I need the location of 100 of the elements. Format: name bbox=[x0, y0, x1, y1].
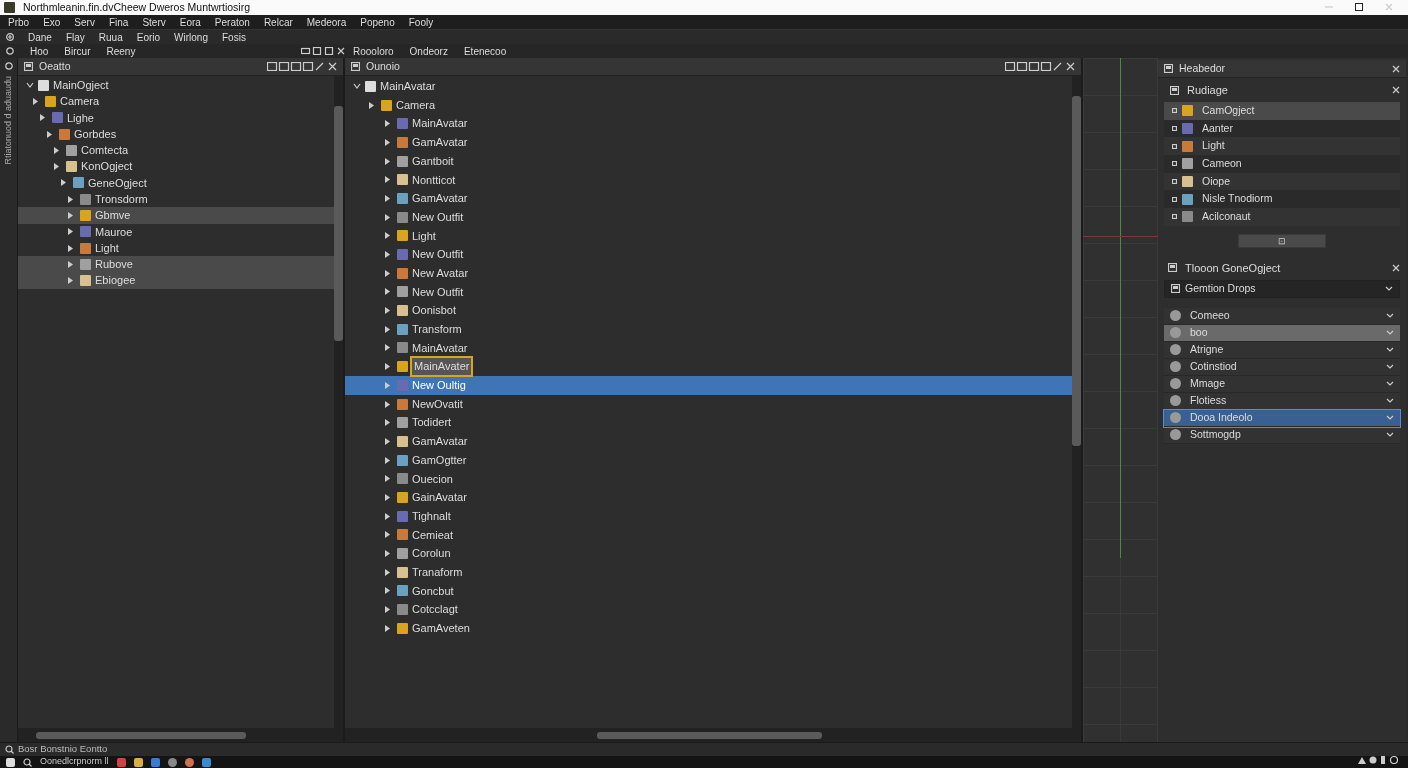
chevron-icon[interactable] bbox=[1386, 381, 1394, 387]
scrollbar-thumb[interactable] bbox=[334, 106, 343, 341]
tree-item[interactable]: Tighnalt bbox=[345, 506, 1072, 526]
tab[interactable]: Reeny bbox=[106, 43, 136, 59]
tree-item[interactable]: Tronsdorm bbox=[18, 191, 334, 208]
tree-item[interactable]: Light bbox=[345, 226, 1072, 246]
tab[interactable]: Ondeorz bbox=[409, 43, 448, 59]
list-item[interactable]: Light bbox=[1164, 137, 1400, 156]
tree-item[interactable]: Gantboit bbox=[345, 151, 1072, 171]
menu-item[interactable]: Fooly bbox=[408, 14, 434, 30]
tree-item[interactable]: Oonisbot bbox=[345, 301, 1072, 320]
tree-item[interactable]: KonOgject bbox=[18, 158, 334, 175]
circle-icon[interactable] bbox=[6, 47, 14, 55]
menu-item[interactable]: Ruua bbox=[98, 29, 123, 45]
chevron-icon[interactable] bbox=[1386, 415, 1394, 421]
chevron-icon[interactable] bbox=[1386, 432, 1394, 438]
start-icon[interactable] bbox=[6, 757, 15, 767]
toolbar-icon[interactable] bbox=[267, 62, 337, 71]
tab[interactable]: Etenecoo bbox=[463, 43, 507, 59]
tree-item[interactable]: New Avatar bbox=[345, 263, 1072, 283]
component-row[interactable]: Dooa Indeolo bbox=[1164, 409, 1400, 427]
bullet-icon bbox=[1172, 108, 1177, 114]
tree-item[interactable]: NewOvatit bbox=[345, 394, 1072, 414]
tree-item[interactable]: Light bbox=[18, 239, 334, 257]
tree-item[interactable]: GainAvatar bbox=[345, 488, 1072, 507]
tree-item[interactable]: MainAvatar bbox=[345, 77, 1072, 96]
list-item[interactable]: Acilconaut bbox=[1164, 208, 1400, 226]
tree-item[interactable]: MainAvatar bbox=[345, 114, 1072, 134]
tree-item[interactable]: Goncbut bbox=[345, 581, 1072, 601]
tree-item[interactable]: Rubove bbox=[18, 256, 334, 273]
tree-item[interactable]: GamOgtter bbox=[345, 450, 1072, 470]
tree-item[interactable]: Cemieat bbox=[345, 525, 1072, 545]
tree-item[interactable]: New Outfit bbox=[345, 282, 1072, 302]
item-icon bbox=[1182, 140, 1193, 152]
tree-item[interactable]: Nontticot bbox=[345, 170, 1072, 190]
tree-item[interactable]: GamAvatar bbox=[345, 133, 1072, 152]
tree-item[interactable]: Camera bbox=[18, 93, 334, 110]
list-item[interactable]: CamOgject bbox=[1164, 102, 1400, 120]
menu-item[interactable]: Wirlong bbox=[174, 29, 208, 45]
menu-item[interactable]: Serv bbox=[74, 14, 95, 30]
add-button[interactable]: ⊡ bbox=[1238, 233, 1326, 248]
tab[interactable]: Bircur bbox=[64, 43, 91, 59]
tree-item[interactable]: New Oultig bbox=[345, 376, 1072, 395]
menu-item[interactable]: Flay bbox=[65, 29, 85, 45]
chevron-icon[interactable] bbox=[1386, 398, 1394, 404]
tab[interactable]: Roooloro bbox=[353, 43, 394, 59]
chevron-icon[interactable] bbox=[1386, 347, 1394, 353]
tree-item[interactable]: MainOgject bbox=[18, 77, 334, 94]
plus-circle-icon[interactable] bbox=[6, 33, 14, 41]
tree-item[interactable]: New Outfit bbox=[345, 207, 1072, 227]
chevron-icon[interactable] bbox=[1386, 313, 1394, 319]
tree-item[interactable]: GamAvatar bbox=[345, 189, 1072, 208]
tab[interactable]: Hoo bbox=[30, 43, 49, 59]
menu-item[interactable]: Relcar bbox=[263, 14, 293, 30]
scrollbar-thumb[interactable] bbox=[597, 731, 822, 739]
menu-item[interactable]: Exo bbox=[43, 14, 61, 30]
chevron-icon[interactable] bbox=[1386, 364, 1394, 370]
menu-item[interactable]: Prbo bbox=[8, 14, 30, 30]
component-row[interactable]: Comeeo bbox=[1164, 307, 1400, 325]
dropdown[interactable]: Gemtion Drops bbox=[1164, 279, 1400, 298]
search-icon[interactable] bbox=[23, 757, 32, 767]
tree-item[interactable]: Comtecta bbox=[18, 142, 334, 159]
tree-item[interactable]: MainAvater bbox=[345, 357, 1072, 376]
item-icon bbox=[397, 417, 408, 429]
tree-item[interactable]: New Outfit bbox=[345, 245, 1072, 264]
toolbar-icon[interactable] bbox=[1005, 62, 1075, 71]
tree-item[interactable]: Camera bbox=[345, 95, 1072, 115]
app-icon[interactable] bbox=[116, 757, 126, 767]
tree-item[interactable]: Mauroe bbox=[18, 223, 334, 240]
scrollbar-thumb[interactable] bbox=[36, 731, 246, 739]
menu-item[interactable]: Medeora bbox=[306, 14, 347, 30]
tree-item[interactable]: Todidert bbox=[345, 413, 1072, 433]
folder-icon[interactable] bbox=[133, 757, 143, 767]
menu-item[interactable]: Peraton bbox=[214, 14, 250, 30]
taskbar-app[interactable]: Oonedlcrpnorm ll bbox=[40, 755, 109, 768]
tree-item[interactable]: GamAvatar bbox=[345, 432, 1072, 451]
tree-item[interactable]: Gorbdes bbox=[18, 125, 334, 143]
list-item[interactable]: Nisle Tnodiorm bbox=[1164, 190, 1400, 209]
menu-item[interactable]: Popeno bbox=[360, 14, 395, 30]
menu-item[interactable]: Dane bbox=[28, 29, 52, 45]
maximize-icon[interactable] bbox=[1354, 3, 1364, 12]
list-item[interactable]: Cameon bbox=[1164, 155, 1400, 173]
menu-item[interactable]: Eora bbox=[179, 14, 201, 30]
menu-item[interactable]: Fosis bbox=[222, 29, 246, 45]
scrollbar-thumb[interactable] bbox=[1072, 96, 1081, 446]
tree-item[interactable]: Corolun bbox=[345, 544, 1072, 563]
tree-item[interactable]: Cotcclagt bbox=[345, 600, 1072, 619]
menu-item[interactable]: Sterv bbox=[142, 14, 166, 30]
tree-item[interactable]: Lighe bbox=[18, 109, 334, 126]
menu-item[interactable]: Eorio bbox=[136, 29, 161, 45]
tree-item[interactable]: Gbmve bbox=[18, 207, 334, 224]
tree-item[interactable]: Tranaform bbox=[345, 562, 1072, 582]
tree-item[interactable]: Ouecion bbox=[345, 469, 1072, 489]
toolbar-icon[interactable] bbox=[301, 47, 345, 55]
tree-item[interactable]: GeneOgject bbox=[18, 174, 334, 192]
item-icon bbox=[1182, 193, 1193, 205]
tree-item[interactable]: GamAveten bbox=[345, 618, 1072, 638]
menu-item[interactable]: Fina bbox=[108, 14, 129, 30]
tree-item[interactable]: Transform bbox=[345, 319, 1072, 339]
tree-item[interactable]: MainAvatar bbox=[345, 338, 1072, 358]
